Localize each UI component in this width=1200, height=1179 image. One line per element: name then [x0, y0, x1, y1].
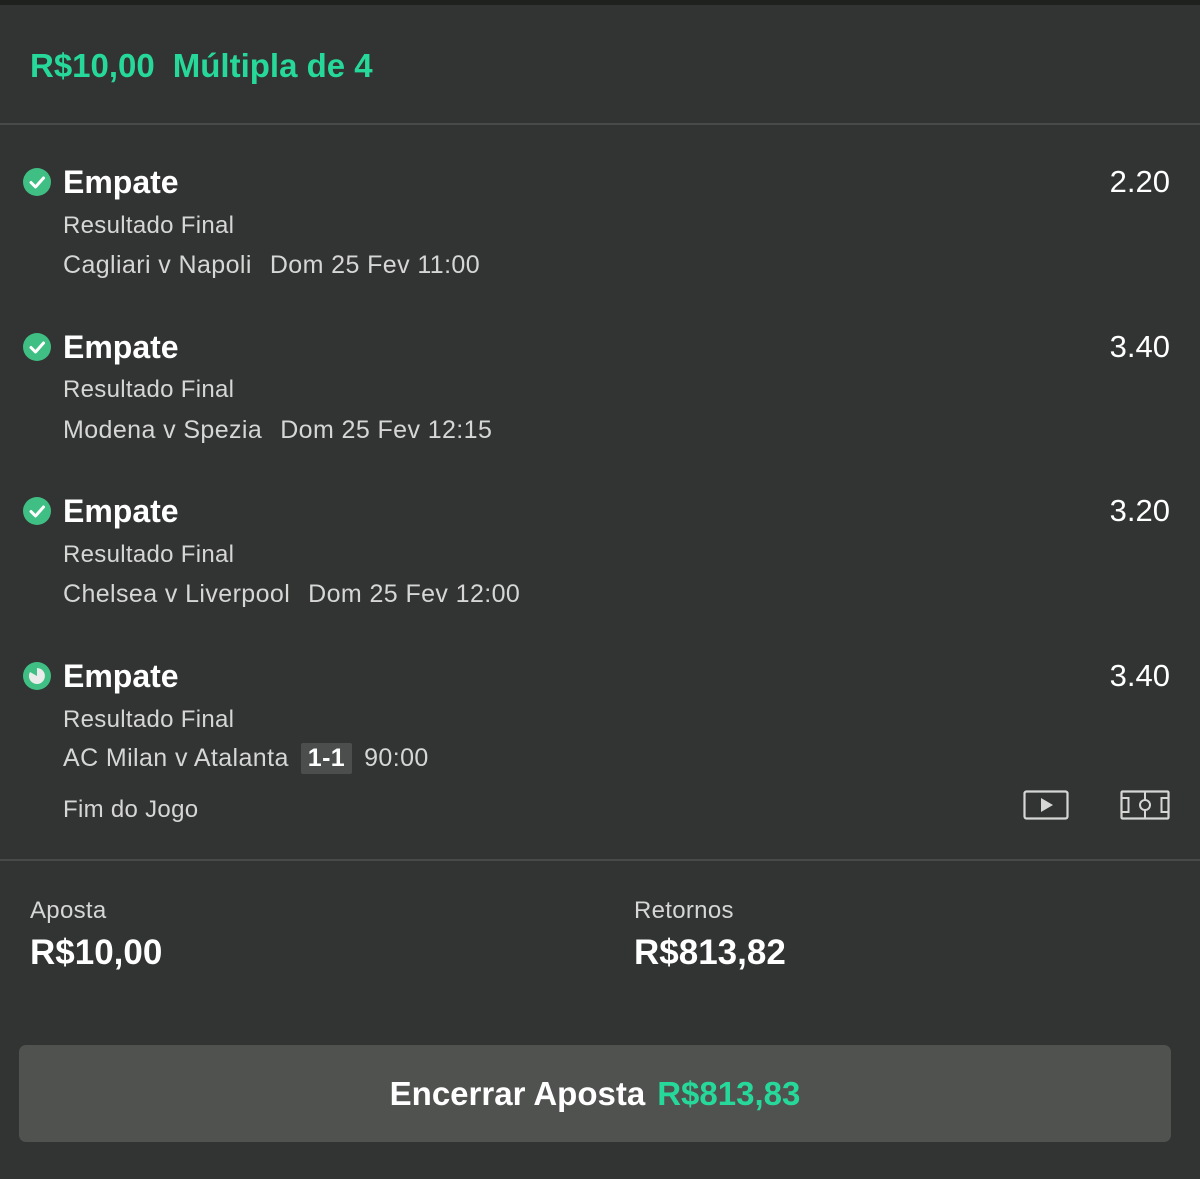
selection-name: Empate	[63, 164, 179, 200]
selection-event-line: AC Milan v Atalanta 1-1 90:00	[63, 743, 429, 774]
returns-value: R$813,82	[634, 933, 786, 972]
selection-event-line: Modena v Spezia Dom 25 Fev 12:15	[63, 416, 492, 445]
selection-1: Empate 2.20 Resultado Final Cagliari v N…	[0, 160, 1200, 290]
selection-market: Resultado Final	[63, 212, 235, 239]
selection-event: AC Milan v Atalanta	[63, 744, 289, 772]
returns-label: Retornos	[634, 897, 734, 924]
selection-odds: 2.20	[1109, 164, 1170, 199]
cashout-label: Encerrar Aposta	[389, 1074, 646, 1112]
score-badge: 1-1	[300, 743, 353, 774]
cashout-amount: R$813,83	[657, 1074, 801, 1112]
bet-type: Múltipla de 4	[172, 47, 373, 84]
selection-time: Dom 25 Fev 11:00	[269, 251, 481, 279]
selection-event: Cagliari v Napoli	[63, 251, 252, 279]
bet-title: R$10,00 Múltipla de 4	[30, 47, 373, 85]
cashout-button[interactable]: Encerrar Aposta R$813,83	[19, 1045, 1171, 1142]
selection-name: Empate	[63, 658, 179, 694]
check-circle-icon	[23, 333, 51, 361]
selection-event: Modena v Spezia	[63, 416, 263, 444]
pitch-stats-icon[interactable]	[1120, 790, 1170, 820]
selection-odds: 3.20	[1109, 493, 1170, 528]
bet-header[interactable]: R$10,00 Múltipla de 4	[0, 5, 1200, 125]
selection-3: Empate 3.20 Resultado Final Chelsea v Li…	[0, 489, 1200, 619]
video-play-icon[interactable]	[1023, 790, 1069, 820]
check-circle-icon	[23, 497, 51, 525]
winning-progress-icon	[23, 662, 51, 690]
selection-time: Dom 25 Fev 12:00	[308, 580, 521, 608]
check-circle-icon	[23, 168, 51, 196]
selection-2: Empate 3.40 Resultado Final Modena v Spe…	[0, 325, 1200, 455]
selection-time: Dom 25 Fev 12:15	[280, 416, 493, 444]
selection-event: Chelsea v Liverpool	[63, 580, 291, 608]
match-clock: 90:00	[364, 744, 429, 772]
selection-market: Resultado Final	[63, 706, 235, 733]
selection-event-line: Chelsea v Liverpool Dom 25 Fev 12:00	[63, 580, 520, 609]
selection-event-line: Cagliari v Napoli Dom 25 Fev 11:00	[63, 251, 480, 280]
selection-odds: 3.40	[1109, 329, 1170, 364]
selection-market: Resultado Final	[63, 541, 235, 568]
selection-market: Resultado Final	[63, 376, 235, 403]
bet-stake: R$10,00	[30, 47, 155, 84]
stake-value: R$10,00	[30, 933, 163, 972]
summary-divider	[0, 859, 1200, 861]
stake-label: Aposta	[30, 897, 107, 924]
selection-odds: 3.40	[1109, 658, 1170, 693]
game-status: Fim do Jogo	[63, 796, 199, 823]
selection-name: Empate	[63, 329, 179, 365]
selection-name: Empate	[63, 493, 179, 529]
